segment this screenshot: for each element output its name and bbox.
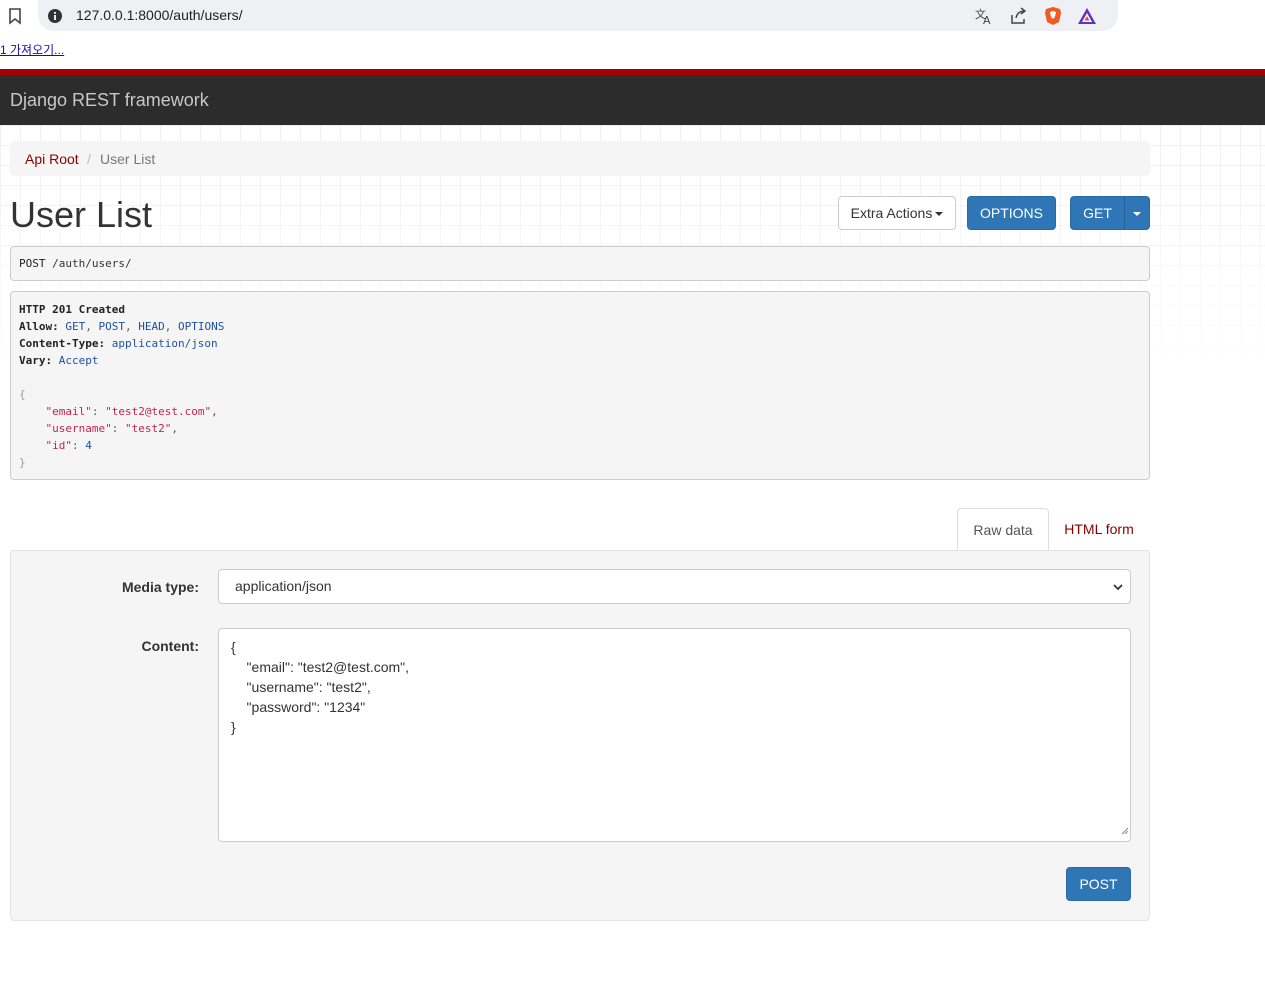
breadcrumb: Api Root / User List [10, 141, 1150, 176]
allow-header-key: Allow: [19, 320, 59, 333]
share-icon[interactable] [1008, 6, 1028, 31]
breadcrumb-current: User List [100, 151, 156, 167]
content-type-header-key: Content-Type: [19, 337, 106, 350]
extra-actions-button[interactable]: Extra Actions [838, 196, 956, 230]
response-info: HTTP 201 Created Allow: GET, POST, HEAD,… [10, 291, 1150, 480]
json-close-brace: } [19, 456, 26, 469]
json-value: 4 [85, 439, 92, 452]
brave-shield-icon[interactable] [1042, 5, 1064, 32]
media-type-select[interactable]: application/json [218, 569, 1131, 604]
json-value: "test2@test.com" [105, 405, 212, 418]
allow-method: OPTIONS [178, 320, 225, 333]
request-path: /auth/users/ [52, 257, 132, 270]
site-info-icon[interactable] [47, 8, 63, 29]
media-type-value: application/json [235, 578, 332, 594]
vary-header-key: Vary: [19, 354, 53, 367]
json-key: "id" [45, 439, 73, 452]
extra-actions-label: Extra Actions [850, 205, 933, 221]
json-open-brace: { [19, 388, 26, 401]
response-status: HTTP 201 Created [19, 303, 125, 316]
raw-data-form: Media type: application/json Content: { … [10, 550, 1150, 921]
url-text: 127.0.0.1:8000/auth/users/ [76, 7, 243, 23]
json-key: "username" [45, 422, 112, 435]
allow-method: GET [65, 320, 86, 333]
svg-text:A: A [983, 14, 991, 26]
content-textarea[interactable]: { "email": "test2@test.com", "username":… [218, 628, 1131, 842]
tab-html-form[interactable]: HTML form [1049, 508, 1149, 550]
media-type-label: Media type: [121, 579, 199, 595]
caret-down-icon [1133, 212, 1141, 217]
content-label: Content: [141, 638, 199, 654]
json-key: "email" [45, 405, 92, 418]
caret-down-icon [935, 212, 944, 217]
allow-method: HEAD [138, 320, 165, 333]
content-line: { [231, 639, 236, 655]
post-button[interactable]: POST [1066, 867, 1131, 901]
browser-toolbar: 127.0.0.1:8000/auth/users/ 文A 1 가져오기... [0, 0, 1265, 57]
brave-rewards-icon[interactable] [1076, 6, 1098, 31]
content-line: "email": "test2@test.com", [231, 659, 410, 675]
address-bar[interactable]: 127.0.0.1:8000/auth/users/ 文A [38, 0, 1118, 31]
request-method: POST [19, 257, 46, 270]
brand-link[interactable]: Django REST framework [10, 90, 209, 111]
breadcrumb-separator: / [87, 151, 91, 167]
get-format-dropdown-button[interactable] [1124, 196, 1150, 230]
bookmark-icon[interactable] [8, 7, 22, 30]
options-button[interactable]: OPTIONS [967, 196, 1056, 230]
get-button[interactable]: GET [1070, 196, 1125, 230]
json-value: "test2" [124, 422, 172, 435]
chevron-down-icon [1112, 580, 1124, 596]
breadcrumb-api-root[interactable]: Api Root [25, 151, 79, 167]
vary-value: Accept [58, 354, 99, 367]
allow-method: POST [98, 320, 126, 333]
page-title: User List [10, 194, 153, 235]
content-type-value: application/json [111, 337, 218, 350]
content-line: } [231, 719, 236, 735]
content-line: "password": "1234" [231, 699, 366, 715]
navbar: Django REST framework [0, 75, 1265, 125]
bookmark-link[interactable]: 1 가져오기... [0, 41, 64, 58]
request-info: POST /auth/users/ [10, 246, 1150, 281]
tab-raw-data[interactable]: Raw data [957, 508, 1049, 551]
resize-handle-icon[interactable] [1119, 820, 1129, 840]
content-line: "username": "test2", [231, 679, 371, 695]
translate-icon[interactable]: 文A [974, 6, 994, 31]
